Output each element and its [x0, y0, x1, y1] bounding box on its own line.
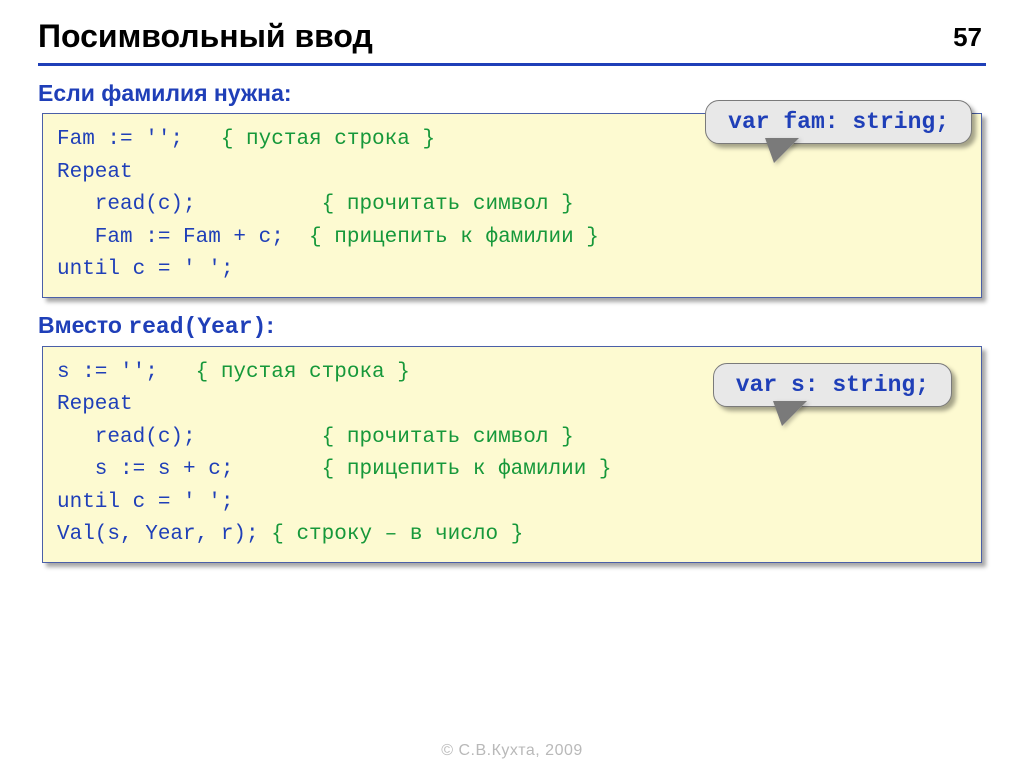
callout-var-fam: var fam: string;: [705, 100, 972, 144]
code-comment: { строку – в число }: [271, 523, 523, 546]
code-comment: { пустая строка }: [221, 128, 435, 151]
code-line: Val(s, Year, r);: [57, 523, 271, 546]
code-comment: { пустая строка }: [196, 361, 410, 384]
code-line: until c = ' ';: [57, 491, 233, 514]
code-comment: { прицепить к фамилии }: [322, 458, 612, 481]
code-line: until c = ' ';: [57, 258, 233, 281]
code-line: Repeat: [57, 393, 133, 416]
footer-copyright: © С.В.Кухта, 2009: [0, 742, 1024, 760]
heading-text-pre: Вместо: [38, 312, 128, 338]
code-line: read(c);: [57, 426, 322, 449]
callout-tail-icon: [766, 139, 798, 163]
code-comment: { прицепить к фамилии }: [309, 226, 599, 249]
code-comment: { прочитать символ }: [322, 426, 574, 449]
code-line: Fam := Fam + c;: [57, 226, 309, 249]
callout-text: var s: string;: [736, 372, 929, 398]
section2-heading: Вместо read(Year):: [38, 312, 986, 340]
heading-text-post: :: [266, 312, 274, 338]
slide: 57 Посимвольный ввод var fam: string; Ес…: [0, 0, 1024, 768]
code-line: s := '';: [57, 361, 196, 384]
callout-tail-icon: [774, 402, 806, 426]
callout-2-wrap: var s: string;: [713, 363, 952, 407]
title-rule: [38, 63, 986, 66]
callout-text: var fam: string;: [728, 109, 949, 135]
code-line: s := s + c;: [57, 458, 322, 481]
heading-mono: read(Year): [128, 314, 266, 340]
callout-1-wrap: var fam: string;: [705, 100, 972, 144]
code-comment: { прочитать символ }: [322, 193, 574, 216]
code-line: Repeat: [57, 161, 133, 184]
code-line: read(c);: [57, 193, 322, 216]
slide-title: Посимвольный ввод: [38, 18, 986, 55]
page-number: 57: [953, 22, 982, 53]
code-line: Fam := '';: [57, 128, 221, 151]
callout-var-s: var s: string;: [713, 363, 952, 407]
